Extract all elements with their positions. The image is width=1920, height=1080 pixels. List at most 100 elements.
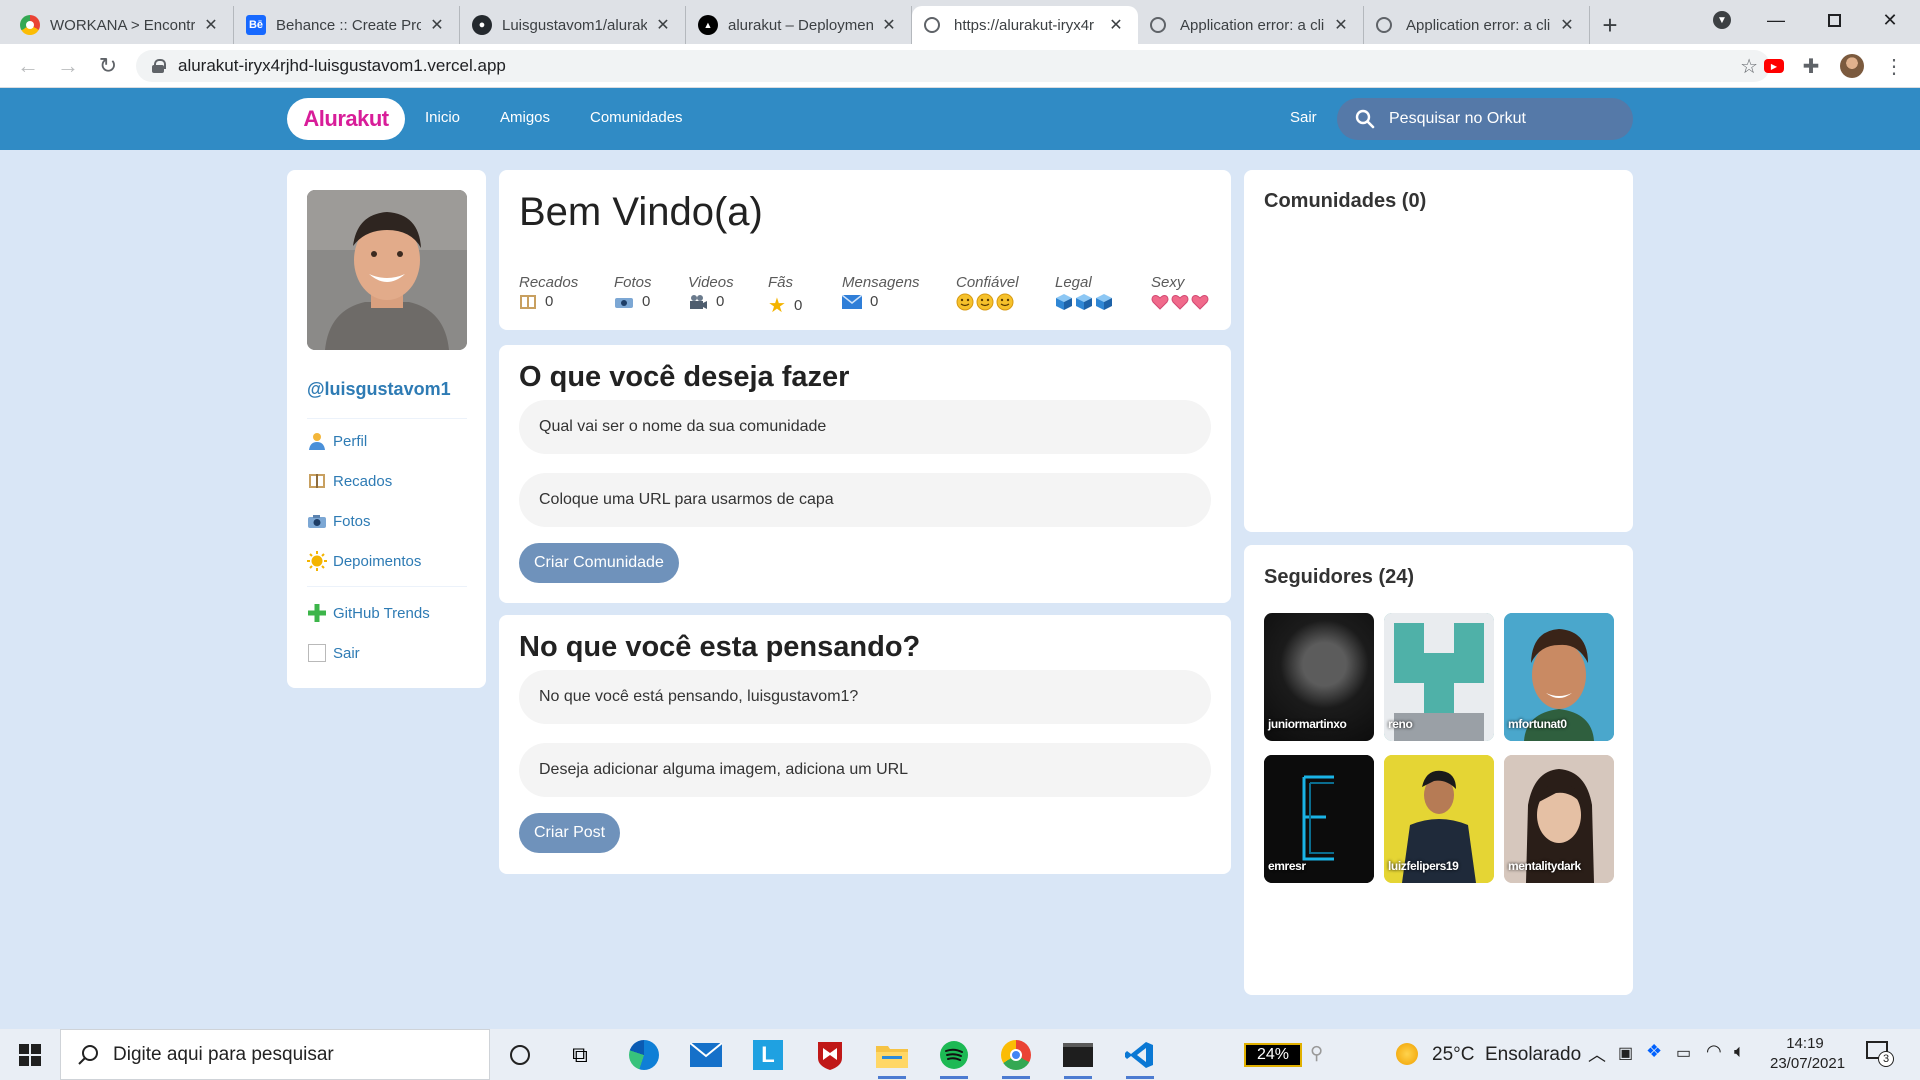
forward-button[interactable]: →: [48, 46, 88, 86]
reload-button[interactable]: ↻: [88, 46, 128, 86]
file-explorer-icon[interactable]: [874, 1037, 910, 1079]
meet-icon[interactable]: ▣: [1618, 1043, 1633, 1063]
close-icon[interactable]: ✕: [653, 15, 673, 35]
follower-name: luizfelipers19: [1388, 859, 1459, 873]
browser-tab[interactable]: Bē Behance :: Create Proj ✕: [234, 6, 460, 44]
input-placeholder: Deseja adicionar alguma imagem, adiciona…: [539, 761, 909, 778]
battery-widget[interactable]: 24%: [1244, 1043, 1302, 1067]
clock[interactable]: 14:19 23/07/2021: [1770, 1034, 1846, 1074]
nav-comunidades[interactable]: Comunidades: [590, 109, 683, 126]
new-tab-button[interactable]: +: [1590, 6, 1630, 44]
vscode-icon[interactable]: [1122, 1037, 1158, 1079]
sidebar-item-github-trends[interactable]: GitHub Trends: [307, 602, 430, 624]
profile-avatar[interactable]: [1838, 52, 1866, 80]
globe-icon: [1376, 17, 1392, 33]
tab-search-button[interactable]: ▼: [1694, 0, 1750, 40]
close-icon[interactable]: ✕: [1106, 15, 1126, 35]
spotify-icon[interactable]: [936, 1037, 972, 1079]
mail-icon[interactable]: [688, 1037, 724, 1073]
camera-icon: [307, 511, 327, 531]
close-icon[interactable]: ✕: [201, 15, 221, 35]
weather-text[interactable]: 25°C Ensolarado: [1432, 1044, 1581, 1066]
profile-username[interactable]: @luisgustavom1: [307, 379, 451, 400]
back-button[interactable]: ←: [8, 46, 48, 86]
browser-tab[interactable]: WORKANA > Encontr ✕: [8, 6, 234, 44]
dropbox-icon[interactable]: ❖: [1646, 1041, 1662, 1062]
globe-icon: [924, 17, 940, 33]
browser-tab[interactable]: ● Luisgustavom1/alurak ✕: [460, 6, 686, 44]
chrome-icon[interactable]: [998, 1037, 1034, 1079]
close-icon[interactable]: ✕: [1331, 15, 1351, 35]
mcafee-icon[interactable]: [812, 1037, 848, 1073]
wifi-icon[interactable]: ◠: [1706, 1041, 1722, 1062]
lock-icon: [152, 59, 166, 73]
plus-icon: [307, 603, 327, 623]
browser-tab[interactable]: Application error: a cli ✕: [1364, 6, 1590, 44]
notification-center-icon[interactable]: 3: [1866, 1041, 1894, 1067]
close-icon[interactable]: ✕: [879, 15, 899, 35]
weather-sun-icon[interactable]: [1396, 1043, 1418, 1065]
minimize-button[interactable]: —: [1748, 0, 1804, 40]
restore-button[interactable]: [1806, 0, 1862, 40]
windows-start-icon[interactable]: [12, 1037, 48, 1073]
follower-card[interactable]: mfortunat0: [1504, 613, 1614, 741]
section-title: O que você deseja fazer: [519, 361, 850, 393]
chevron-up-icon[interactable]: ︿: [1588, 1041, 1606, 1067]
community-name-input[interactable]: Qual vai ser o nome da sua comunidade: [519, 400, 1211, 454]
task-view-icon[interactable]: ⧉: [562, 1037, 598, 1073]
close-icon[interactable]: ✕: [427, 15, 447, 35]
browser-menu-icon[interactable]: ⋮: [1880, 52, 1908, 80]
globe-icon: [1150, 17, 1166, 33]
sidebar-item-fotos[interactable]: Fotos: [307, 510, 371, 532]
youtube-extension-icon[interactable]: ▶: [1760, 52, 1788, 80]
vercel-icon: ▲: [698, 15, 718, 35]
stat-label: Fãs: [768, 274, 794, 291]
sidebar-item-depoimentos[interactable]: Depoimentos: [307, 550, 421, 572]
close-window-button[interactable]: ✕: [1862, 0, 1918, 40]
create-community-button[interactable]: Criar Comunidade: [519, 543, 679, 583]
create-post-button[interactable]: Criar Post: [519, 813, 621, 853]
nav-inicio[interactable]: Inicio: [425, 109, 460, 126]
sidebar-item-recados[interactable]: Recados: [307, 470, 392, 492]
follower-card[interactable]: luizfelipers19: [1384, 755, 1494, 883]
follower-name: mentalitydark: [1508, 859, 1581, 873]
welcome-box: Bem Vindo(a) Recados 0 Fotos 0 Videos 0 …: [499, 170, 1231, 330]
nav-amigos[interactable]: Amigos: [500, 109, 550, 126]
usb-icon[interactable]: ⚲: [1310, 1043, 1323, 1064]
follower-card[interactable]: mentalitydark: [1504, 755, 1614, 883]
create-community-box: O que você deseja fazer Qual vai ser o n…: [499, 345, 1231, 603]
follower-card[interactable]: emresr: [1264, 755, 1374, 883]
post-image-url-input[interactable]: Deseja adicionar alguma imagem, adiciona…: [519, 743, 1211, 797]
post-text-input[interactable]: No que você está pensando, luisgustavom1…: [519, 670, 1211, 724]
edge-icon[interactable]: [626, 1037, 662, 1073]
sidebar-item-perfil[interactable]: Perfil: [307, 430, 367, 452]
sidebar-item-sair[interactable]: Sair: [307, 642, 360, 664]
launcher-l-icon[interactable]: L: [750, 1037, 786, 1073]
speaker-icon[interactable]: 🔈︎: [1734, 1041, 1745, 1062]
taskbar-search-input[interactable]: Digite aqui para pesquisar: [60, 1029, 490, 1080]
bookmark-star-icon[interactable]: ☆: [1740, 54, 1758, 79]
terminal-icon[interactable]: [1060, 1037, 1096, 1079]
browser-tab[interactable]: Application error: a cli ✕: [1138, 6, 1364, 44]
tab-title: Behance :: Create Proj: [276, 16, 421, 34]
follower-card[interactable]: juniormartinxo: [1264, 613, 1374, 741]
close-icon[interactable]: ✕: [1557, 15, 1577, 35]
stat-label: Legal: [1055, 274, 1092, 291]
battery-icon[interactable]: ▭: [1676, 1043, 1691, 1063]
follower-card[interactable]: reno: [1384, 613, 1494, 741]
logout-link[interactable]: Sair: [1290, 109, 1317, 126]
taskbar-search-placeholder: Digite aqui para pesquisar: [113, 1043, 334, 1065]
address-bar[interactable]: alurakut-iryx4rjhd-luisgustavom1.vercel.…: [136, 50, 1770, 82]
browser-tab-active[interactable]: https://alurakut-iryx4r ✕: [912, 6, 1138, 44]
community-cover-url-input[interactable]: Coloque uma URL para usarmos de capa: [519, 473, 1211, 527]
cortana-icon[interactable]: [502, 1037, 538, 1073]
clock-date: 23/07/2021: [1770, 1055, 1846, 1072]
stat-label: Videos: [688, 274, 734, 291]
extensions-puzzle-icon[interactable]: ✚: [1797, 52, 1825, 80]
alurakut-logo[interactable]: Alurakut: [287, 98, 405, 140]
site-header: Alurakut Inicio Amigos Comunidades Sair …: [0, 88, 1920, 150]
browser-tab[interactable]: ▲ alurakut – Deploymen ✕: [686, 6, 912, 44]
site-search-input[interactable]: Pesquisar no Orkut: [1337, 98, 1633, 140]
behance-icon: Bē: [246, 15, 266, 35]
stat-recados: Recados 0: [519, 274, 578, 310]
